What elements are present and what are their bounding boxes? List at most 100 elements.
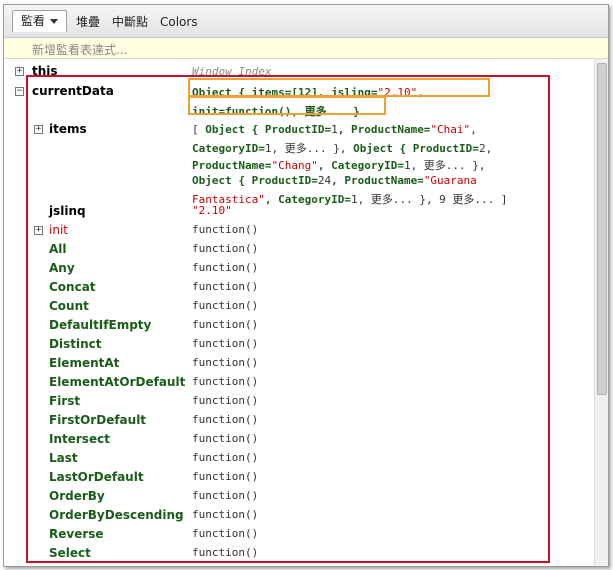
method-value: function(): [192, 242, 259, 255]
firebug-watch-panel: 監看 堆疊 中斷點 Colors 新增監看表達式... + this Windo…: [3, 4, 609, 567]
this-value-suffix: Index: [238, 65, 272, 78]
items-value-segment: CategoryID=: [192, 142, 265, 155]
plus-box-icon[interactable]: +: [34, 125, 43, 134]
currentdata-end: ,: [417, 86, 424, 99]
items-value-segment: ,: [485, 142, 493, 155]
panel-tab-bar: 監看 堆疊 中斷點 Colors: [4, 5, 608, 38]
method-name: OrderByDescending: [49, 508, 184, 522]
scrollbar-thumb[interactable]: [597, 63, 607, 395]
tab-stack-label: 堆疊: [76, 15, 101, 29]
items-value-line: CategoryID=1, 更多... }, Object { ProductI…: [192, 140, 492, 156]
items-value-segment: 2: [478, 142, 486, 155]
method-value: function(): [192, 299, 259, 312]
tree-row-method[interactable]: ElementAt function(): [4, 355, 594, 374]
tree-row-this[interactable]: + this Window Index: [4, 63, 594, 82]
items-value-segment: , CategoryID=: [317, 159, 404, 172]
plus-box-icon[interactable]: +: [34, 226, 43, 235]
watch-tree: + this Window Index − currentData Object…: [4, 59, 594, 566]
var-value-this: Window Index: [192, 65, 272, 78]
items-value-line: ProductName="Chang", CategoryID=1, 更多...…: [192, 157, 486, 173]
items-value-segment: 1: [331, 123, 338, 136]
method-value: function(): [192, 356, 259, 369]
items-value-segment: ,: [470, 123, 477, 136]
method-value: function(): [192, 375, 259, 388]
method-value: function(): [192, 394, 259, 407]
tree-row-method[interactable]: First function(): [4, 393, 594, 412]
items-value-segment: "Chang": [271, 159, 318, 172]
tree-row-method[interactable]: All function(): [4, 241, 594, 260]
tree-row-init[interactable]: + init function(): [4, 222, 594, 241]
tree-row-method[interactable]: Reverse function(): [4, 526, 594, 545]
tree-row-method[interactable]: DefaultIfEmpty function(): [4, 317, 594, 336]
items-value-segment: 24: [317, 174, 332, 187]
method-value: function(): [192, 261, 259, 274]
add-watch-expression-row[interactable]: 新增監看表達式...: [4, 38, 608, 59]
items-value-segment: "Chai": [430, 123, 471, 136]
tree-row-method[interactable]: Distinct function(): [4, 336, 594, 355]
currentdata-sep: , jslinq=: [317, 86, 378, 99]
tree-row-method[interactable]: ElementAtOrDefault function(): [4, 374, 594, 393]
tree-row-method[interactable]: FirstOrDefault function(): [4, 412, 594, 431]
items-value-segment: Object {: [192, 174, 252, 187]
items-value-segment: "Guarana: [423, 174, 477, 187]
items-value-line: [ Object { ProductID=1, ProductName="Cha…: [192, 123, 477, 136]
tab-stack[interactable]: 堆疊: [72, 12, 104, 32]
items-value-segment: , ProductName=: [337, 123, 431, 136]
tree-row-items[interactable]: + items [ Object { ProductID=1, ProductN…: [4, 121, 594, 207]
method-value: function(): [192, 432, 259, 445]
minus-box-icon[interactable]: −: [15, 87, 24, 96]
vertical-scrollbar[interactable]: [594, 59, 608, 566]
items-value-segment: 1: [403, 159, 411, 172]
method-name: LastOrDefault: [49, 470, 144, 484]
tree-row-method[interactable]: Last function(): [4, 450, 594, 469]
method-name: Intersect: [49, 432, 110, 446]
method-value: function(): [192, 413, 259, 426]
tab-watch[interactable]: 監看: [12, 10, 68, 32]
this-value-text: Window: [192, 65, 232, 78]
currentdata-items: items=[12]: [251, 86, 318, 99]
items-value-segment: ,: [478, 159, 486, 172]
items-value-segment: , 更多... }: [410, 159, 479, 172]
method-name: Count: [49, 299, 89, 313]
items-value-segment: ProductID=: [412, 142, 479, 155]
add-watch-placeholder[interactable]: 新增監看表達式...: [32, 41, 127, 58]
chevron-down-icon[interactable]: [50, 19, 59, 24]
method-name: OrderBy: [49, 489, 105, 503]
items-value-segment: , ProductName=: [331, 174, 424, 187]
items-value-segment: , 更多... }: [271, 142, 340, 155]
method-name: Any: [49, 261, 75, 275]
var-value-jslinq: "2.10": [192, 204, 232, 217]
var-name-jslinq: jslinq: [49, 204, 86, 218]
items-value-segment: ProductName=: [192, 159, 272, 172]
method-name: ElementAtOrDefault: [49, 375, 186, 389]
tab-breakpoints-label: 中斷點: [112, 15, 149, 29]
method-name: Last: [49, 451, 78, 465]
currentdata-summary-line1: Object { items=[12], jslinq="2.10",: [192, 86, 424, 99]
method-name: DefaultIfEmpty: [49, 318, 152, 332]
var-value-init: function(): [192, 223, 259, 236]
currentdata-summary-line2: init=function(), 更多... }: [192, 105, 360, 118]
plus-box-icon[interactable]: +: [15, 67, 24, 76]
method-name: First: [49, 394, 81, 408]
method-name: Concat: [49, 280, 96, 294]
method-value: function(): [192, 318, 259, 331]
tree-row-currentdata[interactable]: − currentData Object { items=[12], jslin…: [4, 83, 594, 119]
tab-colors-label: Colors: [160, 15, 198, 29]
tab-colors[interactable]: Colors: [156, 12, 202, 32]
tree-row-method[interactable]: Concat function(): [4, 279, 594, 298]
tree-row-method[interactable]: Count function(): [4, 298, 594, 317]
tree-row-method[interactable]: OrderBy function(): [4, 488, 594, 507]
method-name: ElementAt: [49, 356, 120, 370]
tree-row-method[interactable]: Select function(): [4, 545, 594, 564]
method-value: function(): [192, 527, 259, 540]
items-value-segment: Object {: [353, 142, 413, 155]
tree-row-method[interactable]: Intersect function(): [4, 431, 594, 450]
var-name-init: init: [49, 223, 68, 237]
method-name: FirstOrDefault: [49, 413, 147, 427]
method-value: function(): [192, 508, 259, 521]
tree-row-method[interactable]: LastOrDefault function(): [4, 469, 594, 488]
tree-row-method[interactable]: Any function(): [4, 260, 594, 279]
tab-breakpoints[interactable]: 中斷點: [108, 12, 152, 32]
tree-row-jslinq[interactable]: jslinq "2.10": [4, 203, 594, 222]
tree-row-method[interactable]: OrderByDescending function(): [4, 507, 594, 526]
